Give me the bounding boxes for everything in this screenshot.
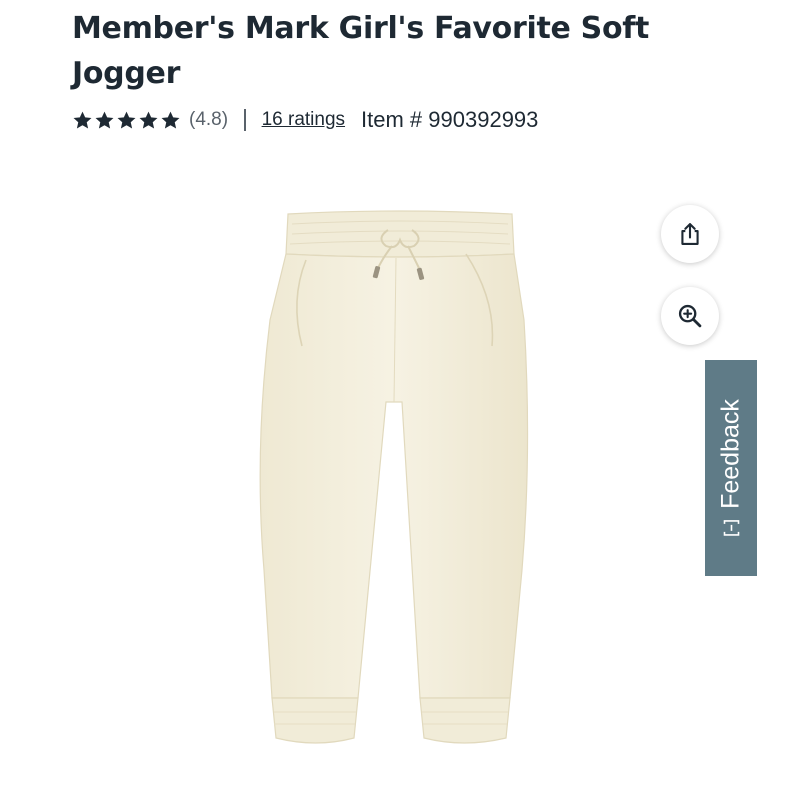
product-title: Member's Mark Girl's Favorite Soft Jogge… bbox=[72, 11, 650, 91]
star-icon bbox=[95, 111, 114, 128]
star-rating[interactable] bbox=[72, 110, 181, 131]
star-icon bbox=[117, 111, 136, 128]
rating-divider bbox=[244, 109, 246, 131]
feedback-label: Feedback bbox=[716, 399, 745, 509]
product-image[interactable] bbox=[40, 150, 760, 800]
zoom-button[interactable] bbox=[661, 287, 719, 345]
feedback-tab[interactable]: Feedback bbox=[705, 360, 757, 576]
share-button[interactable] bbox=[661, 205, 719, 263]
feedback-bracket-icon bbox=[723, 520, 739, 536]
jogger-pants-image bbox=[259, 210, 529, 744]
star-icon bbox=[161, 111, 180, 128]
zoom-in-icon bbox=[678, 304, 702, 328]
star-icon bbox=[73, 111, 92, 128]
rating-value: (4.8) bbox=[189, 109, 229, 130]
feedback-content: Feedback bbox=[717, 399, 746, 537]
ratings-link[interactable]: 16 ratings bbox=[262, 109, 345, 131]
star-icon bbox=[139, 111, 158, 128]
rating-row: (4.8) 16 ratings Item # 990392993 bbox=[72, 104, 538, 136]
share-icon bbox=[681, 223, 699, 245]
item-number: Item # 990392993 bbox=[361, 107, 539, 132]
